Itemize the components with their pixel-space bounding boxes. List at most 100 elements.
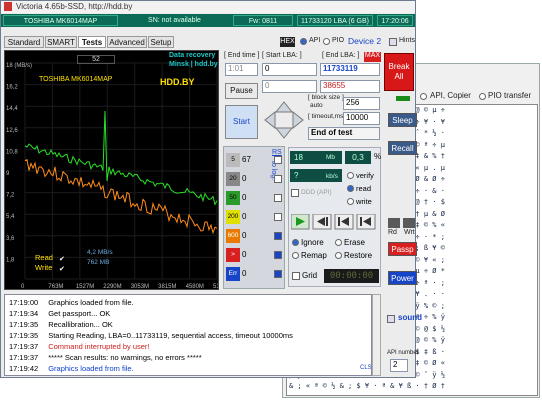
sound-label: sound xyxy=(398,313,422,322)
log-time: 17:19:35 xyxy=(9,331,39,340)
stat-log-checkbox[interactable] xyxy=(274,156,282,164)
ignore-label: Ignore xyxy=(301,238,324,247)
log-entry: 17:19:37 ***** Scan results: no warnings,… xyxy=(9,353,202,362)
recall-button[interactable]: Recall xyxy=(388,141,417,155)
api-number-field[interactable]: 2 xyxy=(390,359,408,372)
direction-pad-icon[interactable] xyxy=(262,99,306,141)
tab-smart[interactable]: SMART xyxy=(45,36,77,48)
timeout-label: [ timeout,ms ] xyxy=(308,113,348,120)
rs-link[interactable]: RS xyxy=(272,149,282,156)
size-label: 762 MB xyxy=(87,259,110,266)
log-entry: 17:19:34 Get passport... OK xyxy=(9,309,110,318)
playback-controls[interactable] xyxy=(291,214,379,230)
read-radio[interactable] xyxy=(347,185,354,192)
api-copier-radio[interactable] xyxy=(420,93,427,100)
x-tick-label: 763M xyxy=(48,284,63,290)
read-legend: Read xyxy=(35,253,53,262)
write-check-icon: ✔ xyxy=(59,266,65,273)
timer-display: 00:00:00 xyxy=(324,269,379,283)
restore-radio[interactable] xyxy=(335,252,342,259)
api-number-label: API number xyxy=(387,350,419,356)
timeout-field[interactable]: 10000 xyxy=(343,112,380,125)
stat-color-box: Err xyxy=(226,267,240,281)
device-label[interactable]: Device 2 xyxy=(348,36,381,46)
ignore-radio[interactable] xyxy=(292,239,299,246)
pause-button[interactable]: Pause xyxy=(225,83,258,99)
stat-log-checkbox[interactable] xyxy=(274,194,282,202)
end-time-field[interactable]: 1:01 xyxy=(225,63,258,76)
start-lba-field[interactable]: 0 xyxy=(262,63,317,76)
y-tick-label: 1,8 xyxy=(6,257,15,263)
stat-count: 0 xyxy=(242,212,247,221)
lba-label: 11733120 LBA (6 GB) xyxy=(297,15,373,26)
log-entry: 17:19:42 Graphics loaded from file. xyxy=(9,364,134,373)
ddd-checkbox[interactable] xyxy=(291,189,299,197)
sound-checkbox[interactable] xyxy=(387,315,395,323)
rd-indicator xyxy=(388,218,400,228)
tab-advanced[interactable]: Advanced xyxy=(107,36,147,48)
log-entry: 17:19:35 Recallibration... OK xyxy=(9,320,113,329)
stat-count: 0 xyxy=(242,174,247,183)
ddd-label: DDD (API) xyxy=(301,189,332,196)
tab-setup[interactable]: Setup xyxy=(148,36,174,48)
sleep-button[interactable]: Sleep xyxy=(388,113,417,127)
title-bar: Victoria 4.65b-SSD, http://hdd.by xyxy=(1,1,415,13)
end-lba-field[interactable]: 11733119 xyxy=(320,63,380,76)
stat-count: 0 xyxy=(242,231,247,240)
remap-label: Remap xyxy=(301,251,327,260)
stat-color-box: 600 xyxy=(226,229,240,243)
y-tick-label: 16,2 xyxy=(6,85,18,91)
log-time: 17:19:37 xyxy=(9,342,39,351)
api-label: API xyxy=(309,37,321,44)
log-panel[interactable]: 17:19:00 Graphics loaded from file. 17:19:… xyxy=(4,294,372,376)
serial-label: SN: not available xyxy=(148,17,201,24)
stat-log-checkbox[interactable] xyxy=(274,175,282,183)
grid-checkbox[interactable] xyxy=(292,272,300,280)
stats-panel: RS to log: 5 67 20 0 50 0 200 0 600 0 >0 Err 0 xyxy=(223,146,285,289)
start-button[interactable]: Start xyxy=(225,105,258,139)
tab-tests[interactable]: Tests xyxy=(78,36,106,48)
api-copier-label: API, Copier xyxy=(430,91,471,100)
log-time: 17:19:35 xyxy=(9,320,39,329)
max-button[interactable]: MAX xyxy=(364,52,381,62)
cls-button[interactable]: CLS xyxy=(360,365,371,371)
wrt-indicator xyxy=(403,218,415,228)
erase-radio[interactable] xyxy=(335,239,342,246)
mb-unit: Mb xyxy=(326,154,336,161)
remap-radio[interactable] xyxy=(292,252,299,259)
block-size-label: [ block size ] xyxy=(308,94,344,101)
y-tick-label: 10,8 xyxy=(6,149,18,155)
stat-log-checkbox[interactable] xyxy=(274,251,282,259)
data-recovery-label: Data recovery xyxy=(169,52,216,59)
log-message: Starting Reading, LBA=0..11733119, seque… xyxy=(48,331,293,340)
grid-label: Grid xyxy=(302,271,318,280)
stat-log-checkbox[interactable] xyxy=(274,213,282,221)
hex-button[interactable]: HEX xyxy=(280,37,295,47)
log-scrollbar[interactable] xyxy=(372,294,381,376)
stat-color-box: 5 xyxy=(226,153,240,167)
write-radio[interactable] xyxy=(347,198,354,205)
verify-radio[interactable] xyxy=(347,172,354,179)
tab-standard[interactable]: Standard xyxy=(4,36,44,48)
y-tick-label: 5,4 xyxy=(6,214,15,220)
progress-panel: 18 Mb 0,3 % ? kb/s verify read write DDD… xyxy=(288,147,381,287)
scale-box[interactable]: 52 xyxy=(77,55,115,64)
break-all-button[interactable]: Break All xyxy=(384,53,414,91)
pio-radio[interactable] xyxy=(323,38,330,45)
hints-checkbox[interactable] xyxy=(389,38,397,46)
api-radio[interactable] xyxy=(300,38,307,45)
passp-button[interactable]: Passp xyxy=(388,242,417,256)
log-message: Graphics loaded from file. xyxy=(48,298,134,307)
stat-log-checkbox[interactable] xyxy=(274,270,282,278)
log-message: Recallibration... OK xyxy=(48,320,113,329)
power-button[interactable]: Power xyxy=(388,271,417,285)
block-size-field[interactable]: 256 xyxy=(343,97,380,110)
log-time: 17:19:00 xyxy=(9,298,39,307)
stat-count: 0 xyxy=(242,269,247,278)
pio-transfer-radio[interactable] xyxy=(479,93,486,100)
stat-count: 0 xyxy=(242,193,247,202)
rd-label: Rd xyxy=(388,229,397,236)
end-of-test-select[interactable]: End of test xyxy=(308,127,380,140)
stat-log-checkbox[interactable] xyxy=(274,232,282,240)
stat-color-box: 20 xyxy=(226,172,240,186)
